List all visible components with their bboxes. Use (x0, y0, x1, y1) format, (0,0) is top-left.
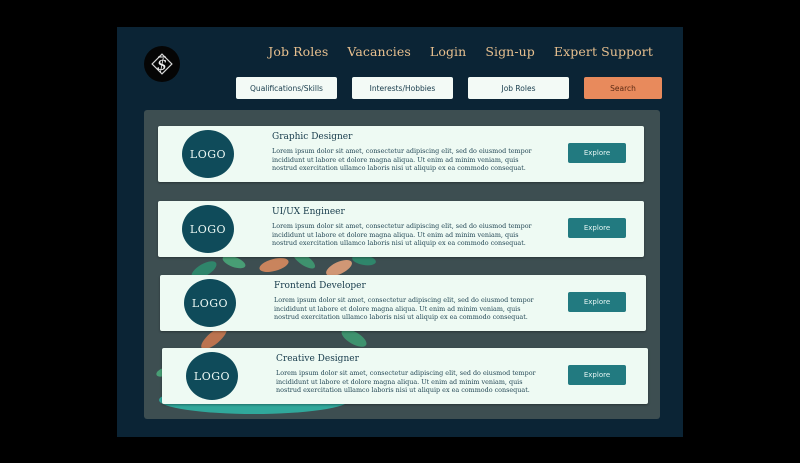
job-description: Lorem ipsum dolor sit amet, consectetur … (276, 369, 536, 395)
filter-interests-hobbies[interactable]: Interests/Hobbies (352, 77, 453, 99)
job-title: Graphic Designer (272, 132, 353, 142)
job-title: UI/UX Engineer (272, 207, 345, 217)
filter-job-roles[interactable]: Job Roles (468, 77, 569, 99)
job-description: Lorem ipsum dolor sit amet, consectetur … (272, 147, 532, 173)
explore-button[interactable]: Explore (568, 143, 626, 163)
job-description: Lorem ipsum dolor sit amet, consectetur … (272, 222, 532, 248)
filter-bar: Qualifications/Skills Interests/Hobbies … (236, 77, 662, 99)
job-card: LOGO Creative Designer Lorem ipsum dolor… (162, 348, 648, 404)
company-logo: LOGO (182, 130, 234, 178)
results-panel: LOGO Graphic Designer Lorem ipsum dolor … (144, 110, 660, 419)
job-card: LOGO UI/UX Engineer Lorem ipsum dolor si… (158, 201, 644, 257)
top-nav: Job Roles Vacancies Login Sign-up Expert… (268, 44, 653, 59)
explore-button[interactable]: Explore (568, 292, 626, 312)
job-card: LOGO Graphic Designer Lorem ipsum dolor … (158, 126, 644, 182)
explore-button[interactable]: Explore (568, 365, 626, 385)
job-card: LOGO Frontend Developer Lorem ipsum dolo… (160, 275, 646, 331)
job-title: Creative Designer (276, 354, 359, 364)
nav-expert-support[interactable]: Expert Support (554, 44, 653, 59)
svg-text:$: $ (157, 55, 167, 74)
nav-signup[interactable]: Sign-up (485, 44, 535, 59)
nav-job-roles[interactable]: Job Roles (268, 44, 328, 59)
company-logo: LOGO (182, 205, 234, 253)
nav-login[interactable]: Login (430, 44, 466, 59)
search-button[interactable]: Search (584, 77, 662, 99)
nav-vacancies[interactable]: Vacancies (347, 44, 411, 59)
company-logo: LOGO (186, 352, 238, 400)
explore-button[interactable]: Explore (568, 218, 626, 238)
job-title: Frontend Developer (274, 281, 366, 291)
company-logo: LOGO (184, 279, 236, 327)
app-window: $ Job Roles Vacancies Login Sign-up Expe… (117, 27, 683, 437)
job-description: Lorem ipsum dolor sit amet, consectetur … (274, 296, 534, 322)
dollar-monogram-icon: $ (151, 53, 173, 75)
brand-logo[interactable]: $ (144, 46, 180, 82)
filter-qualifications-skills[interactable]: Qualifications/Skills (236, 77, 337, 99)
